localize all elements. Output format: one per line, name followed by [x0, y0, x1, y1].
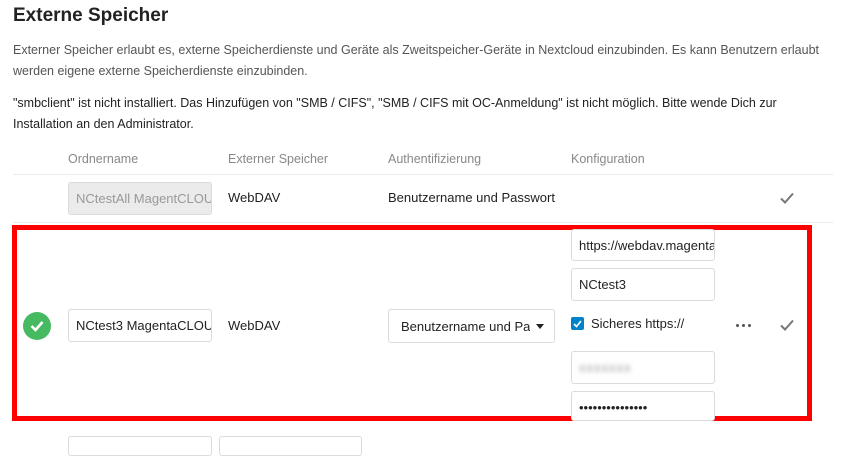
row2-password-input[interactable]: •••••••••••••••: [571, 391, 715, 421]
row2-auth-select[interactable]: Benutzername und Passwort: [388, 309, 555, 343]
next-row-folder-input[interactable]: [68, 436, 212, 456]
row1-auth: Benutzername und Passwort: [388, 190, 555, 205]
secure-https-checkbox[interactable]: [571, 317, 584, 330]
row2-remote-subfolder-input[interactable]: NCtest3: [571, 268, 715, 301]
header-folder-name: Ordnername: [68, 152, 139, 166]
row2-username-input[interactable]: xxxxxxx: [571, 351, 715, 384]
row1-divider: [13, 222, 833, 223]
header-divider: [13, 174, 833, 175]
row2-folder-name-input[interactable]: NCtest3 MagentaCLOUD: [68, 309, 212, 342]
row2-auth-selected-value: Benutzername und Passwort: [401, 318, 530, 334]
row1-backend: WebDAV: [228, 190, 281, 205]
header-external-storage: Externer Speicher: [228, 152, 329, 166]
header-configuration: Konfiguration: [571, 152, 645, 166]
more-options-icon[interactable]: [736, 324, 751, 327]
secure-https-label: Sicheres https://: [591, 316, 685, 331]
row2-save-check-icon[interactable]: [779, 318, 795, 337]
row2-username-value: xxxxxxx: [579, 360, 632, 375]
row2-backend: WebDAV: [228, 318, 281, 333]
row1-folder-name-input[interactable]: NCtestAll MagentCLOUD: [68, 182, 212, 215]
chevron-down-icon: [536, 323, 544, 329]
row2-secure-https-option[interactable]: Sicheres https://: [571, 316, 684, 331]
status-ok-icon: [23, 312, 51, 340]
smbclient-warning: "smbclient" ist nicht installiert. Das H…: [13, 96, 777, 131]
row2-url-input[interactable]: https://webdav.magentacloud.de: [571, 229, 715, 261]
row1-save-check-icon[interactable]: [779, 191, 795, 210]
next-row-backend-select[interactable]: [219, 436, 362, 456]
page-title: Externe Speicher: [13, 5, 169, 26]
header-authentication: Authentifizierung: [388, 152, 482, 166]
page-description: Externer Speicher erlaubt es, externe Sp…: [13, 43, 820, 78]
